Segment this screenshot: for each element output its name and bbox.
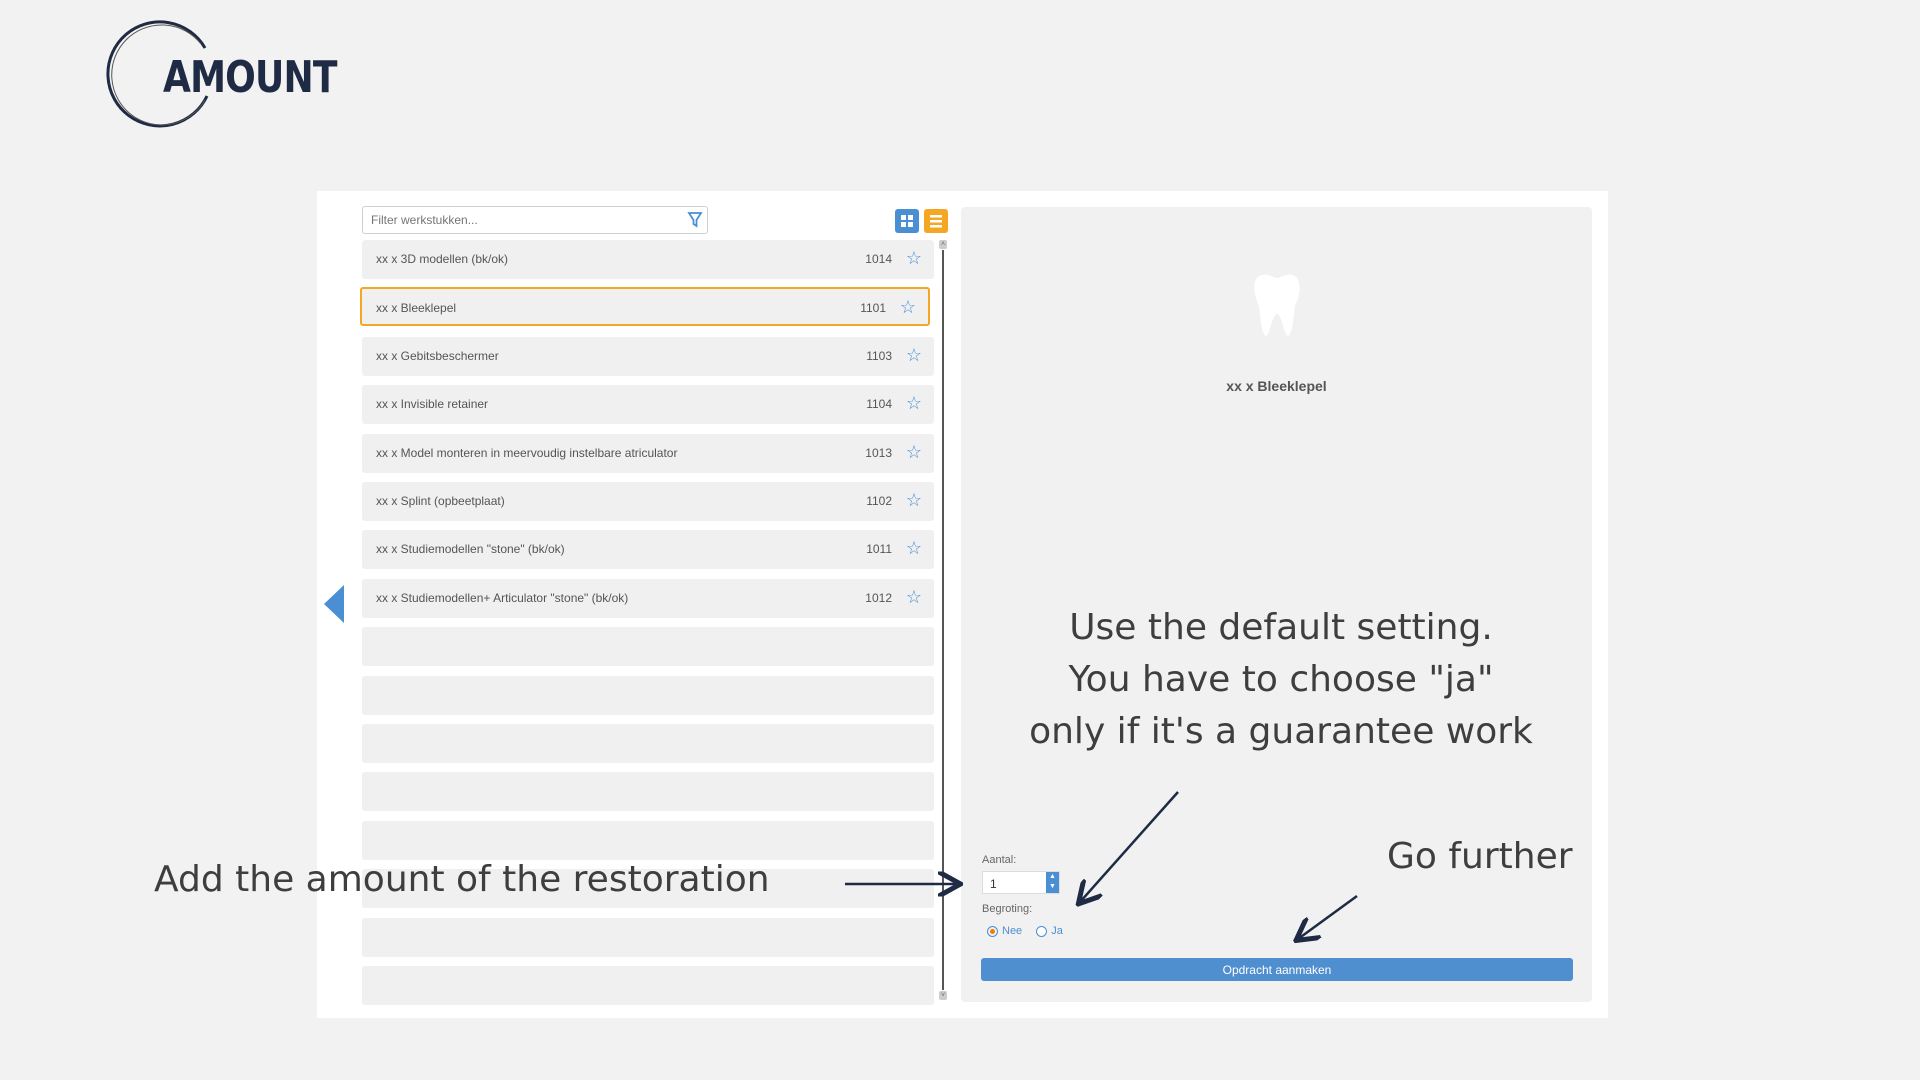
favorite-star-icon[interactable]: ☆ [906, 248, 922, 268]
item-code: 1101 [860, 301, 886, 316]
item-label: xx x Model monteren in meervoudig instel… [376, 445, 678, 460]
radio-nee[interactable]: Nee [987, 925, 1022, 937]
scroll-thumb[interactable] [942, 250, 944, 990]
empty-list-row [362, 966, 934, 1005]
annotation-line: Use the default setting. [1069, 607, 1493, 648]
empty-list-row [362, 627, 934, 667]
list-icon [930, 215, 942, 228]
item-label: xx x Bleeklepel [376, 301, 457, 316]
scroll-up-icon[interactable]: ˄ [939, 240, 947, 249]
filter-icon[interactable] [687, 211, 703, 229]
item-label: xx x Studiemodellen "stone" (bk/ok) [376, 542, 565, 557]
empty-list-row [362, 724, 934, 763]
list-item[interactable]: xx x Model monteren in meervoudig instel… [362, 433, 934, 473]
favorite-star-icon[interactable]: ☆ [906, 393, 922, 413]
list-item[interactable]: xx x Invisible retainer 1104 ☆ [362, 385, 934, 425]
annotation-line: only if it's a guarantee work [1029, 711, 1533, 752]
item-code: 1104 [866, 397, 892, 412]
radio-label: Ja [1051, 925, 1063, 937]
radio-checked-icon[interactable] [987, 925, 998, 937]
item-code: 1014 [865, 252, 892, 266]
item-code: 1102 [866, 494, 892, 508]
list-item[interactable]: xx x 3D modellen (bk/ok) 1014 ☆ [362, 240, 934, 279]
item-label: xx x Studiemodellen+ Articulator "stone"… [376, 590, 629, 605]
annotation-amount: Add the amount of the restoration [154, 859, 770, 900]
grid-view-button[interactable] [895, 209, 919, 233]
aantal-value[interactable]: 1 [990, 877, 997, 891]
list-item[interactable]: xx x Gebitsbeschermer 1103 ☆ [362, 336, 934, 376]
item-code: 1011 [866, 542, 892, 557]
item-label: xx x 3D modellen (bk/ok) [376, 252, 509, 266]
favorite-star-icon[interactable]: ☆ [906, 587, 922, 607]
favorite-star-icon[interactable]: ☆ [906, 442, 922, 462]
favorite-star-icon[interactable]: ☆ [906, 538, 922, 558]
begroting-radio-group: Nee Ja [987, 925, 1063, 937]
item-code: 1013 [865, 445, 892, 460]
empty-list-row [362, 675, 934, 715]
item-code: 1103 [866, 348, 892, 363]
empty-list-row [362, 772, 934, 812]
begroting-label: Begroting: [982, 903, 1033, 915]
item-label: xx x Gebitsbeschermer [376, 348, 499, 363]
grid-icon [901, 215, 913, 227]
tooth-icon [1254, 274, 1300, 336]
list-item[interactable]: xx x Splint (opbeetplaat) 1102 ☆ [362, 482, 934, 521]
item-label: xx x Splint (opbeetplaat) [376, 494, 505, 508]
list-view-button[interactable] [924, 209, 948, 233]
empty-list-row [362, 820, 934, 860]
item-code: 1012 [865, 590, 892, 605]
scrollbar[interactable]: ˄ ˅ [939, 240, 947, 1000]
radio-ja[interactable]: Ja [1036, 925, 1063, 937]
annotation-default-setting: Use the default setting. You have to cho… [961, 602, 1601, 758]
radio-unchecked-icon[interactable] [1036, 925, 1048, 937]
aantal-label: Aantal: [982, 854, 1017, 866]
favorite-star-icon[interactable]: ☆ [900, 297, 916, 317]
favorite-star-icon[interactable]: ☆ [906, 490, 922, 510]
create-order-button[interactable]: Opdracht aanmaken [981, 958, 1573, 981]
annotation-go-further: Go further [1387, 836, 1573, 877]
annotation-line: You have to choose "ja" [1068, 659, 1494, 700]
aantal-stepper[interactable]: 1 ▲ ▼ [982, 871, 1060, 894]
list-item[interactable]: xx x Bleeklepel 1101 ☆ [360, 287, 930, 327]
item-label: xx x Invisible retainer [376, 397, 489, 412]
filter-input[interactable] [362, 206, 708, 234]
scroll-down-icon[interactable]: ˅ [939, 991, 947, 1000]
list-item[interactable]: xx x Studiemodellen "stone" (bk/ok) 1011 ☆ [362, 530, 934, 570]
selected-title: xx x Bleeklepel [1226, 378, 1327, 394]
empty-list-row [362, 917, 934, 957]
radio-label: Nee [1002, 925, 1023, 937]
logo: AMOUNT [163, 52, 338, 103]
list-item[interactable]: xx x Studiemodellen+ Articulator "stone"… [362, 578, 934, 618]
favorite-star-icon[interactable]: ☆ [906, 345, 922, 365]
back-arrow-icon[interactable] [324, 585, 346, 623]
stepper-arrows-icon[interactable]: ▲ ▼ [1046, 872, 1059, 893]
